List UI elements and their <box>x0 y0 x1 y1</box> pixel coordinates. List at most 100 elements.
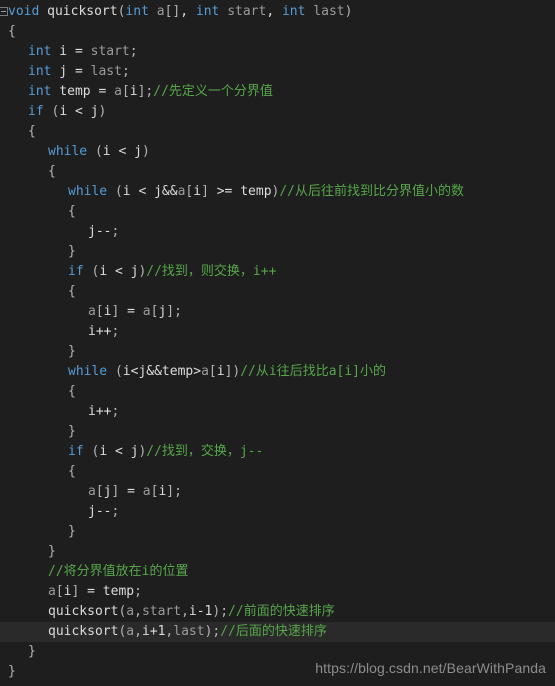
code-line[interactable]: i++; <box>0 322 555 342</box>
code-line[interactable]: a[i] = temp; <box>0 582 555 602</box>
code-token-id: start <box>227 4 267 19</box>
code-token-brc: ( <box>94 144 103 159</box>
code-token-brc: , <box>134 604 142 619</box>
code-token-kw: int <box>28 64 52 79</box>
code-token-cmt: //先定义一个分界值 <box>153 84 273 99</box>
code-token-brc: { <box>8 24 16 39</box>
code-token-pl: , <box>180 4 196 19</box>
code-token-cmt: //后面的快速排序 <box>220 624 327 639</box>
code-token-pl: quicksort <box>48 604 119 619</box>
code-line[interactable]: quicksort(a,start,i-1);//前面的快速排序 <box>0 602 555 622</box>
code-token-brc: { <box>68 464 76 479</box>
code-token-pl: i <box>193 184 202 199</box>
code-token-id: last <box>173 624 205 639</box>
code-token-pl: quicksort <box>47 4 118 19</box>
code-token-pl: i < j&& <box>122 184 178 199</box>
code-token-brc: { <box>68 384 76 399</box>
code-token-pl: i < j <box>102 144 142 159</box>
code-token-id: start <box>90 44 130 59</box>
code-line[interactable]: a[i] = a[j]; <box>0 302 555 322</box>
code-token-brc: ) <box>98 104 107 119</box>
code-token-id: start <box>141 604 182 619</box>
code-token-kw: int <box>28 84 52 99</box>
code-line[interactable]: int temp = a[i];//先定义一个分界值 <box>0 82 555 102</box>
code-token-id: a <box>201 364 209 379</box>
code-token-id: a <box>88 484 96 499</box>
code-lines-container[interactable]: void quicksort(int a[], int start, int l… <box>0 2 555 682</box>
code-token-kw: if <box>28 104 44 119</box>
code-line[interactable]: a[j] = a[i]; <box>0 482 555 502</box>
code-token-brc: { <box>68 204 76 219</box>
code-token-pl: i <box>129 84 138 99</box>
code-token-brc: ] <box>201 184 209 199</box>
code-line[interactable]: } <box>0 522 555 542</box>
code-token-pl: i < j <box>59 104 99 119</box>
code-token-brc: { <box>68 284 76 299</box>
code-fold-collapse-icon[interactable] <box>0 7 8 16</box>
code-token-pl: i < j <box>99 264 139 279</box>
code-line[interactable]: } <box>0 422 555 442</box>
code-token-brc: ; <box>111 404 120 419</box>
code-line[interactable]: int j = last; <box>0 62 555 82</box>
code-token-brc: [ <box>95 484 104 499</box>
code-token-id: last <box>313 4 345 19</box>
code-token-pl: = temp <box>79 584 135 599</box>
code-line[interactable]: { <box>0 202 555 222</box>
code-token-cmt: //前面的快速排序 <box>228 604 335 619</box>
code-line[interactable]: { <box>0 462 555 482</box>
code-token-brc: ]; <box>137 84 154 99</box>
code-token-pl: j = <box>51 64 91 79</box>
code-line[interactable]: while (i<j&&temp>a[i])//从i往后找比a[i]小的 <box>0 362 555 382</box>
code-line[interactable]: } <box>0 542 555 562</box>
code-editor-viewport[interactable]: void quicksort(int a[], int start, int l… <box>0 0 555 686</box>
code-token-pl: i++ <box>88 324 112 339</box>
code-token-id: a <box>126 624 135 639</box>
code-line[interactable]: while (i < j&&a[i] >= temp)//从后往前找到比分界值小… <box>0 182 555 202</box>
code-line[interactable]: { <box>0 382 555 402</box>
code-line[interactable]: j--; <box>0 502 555 522</box>
code-token-cmt: //将分界值放在i的位置 <box>48 564 189 579</box>
code-line[interactable]: i++; <box>0 402 555 422</box>
code-token-pl: i-1 <box>188 604 213 619</box>
code-token-brc: [ <box>121 84 130 99</box>
code-line[interactable]: if (i < j)//找到，则交换，i++ <box>0 262 555 282</box>
code-token-brc: } <box>48 544 56 559</box>
code-line[interactable]: quicksort(a,i+1,last);//后面的快速排序 <box>0 622 555 642</box>
code-token-kw: int <box>281 4 306 19</box>
code-line[interactable]: { <box>0 162 555 182</box>
code-token-pl: = <box>119 304 143 319</box>
code-line[interactable]: if (i < j)//找到，交换，j-- <box>0 442 555 462</box>
code-token-id: a <box>88 304 96 319</box>
code-token-brc: ]; <box>166 304 182 319</box>
code-token-cmt: //从i往后找比a[i]小的 <box>240 364 387 379</box>
code-token-cmt: //从后往前找到比分界值小的数 <box>279 184 465 199</box>
code-line[interactable]: { <box>0 122 555 142</box>
code-line[interactable]: j--; <box>0 222 555 242</box>
code-token-brc: [] <box>164 4 181 19</box>
code-line[interactable]: while (i < j) <box>0 142 555 162</box>
code-line[interactable]: { <box>0 282 555 302</box>
code-line[interactable]: } <box>0 342 555 362</box>
code-line[interactable]: int i = start; <box>0 42 555 62</box>
code-line[interactable]: if (i < j) <box>0 102 555 122</box>
code-token-brc: ; <box>111 504 120 519</box>
code-line[interactable]: void quicksort(int a[], int start, int l… <box>0 2 555 22</box>
code-token-brc: ]) <box>224 364 241 379</box>
code-line[interactable]: { <box>0 22 555 42</box>
code-token-kw: if <box>68 444 84 459</box>
code-token-pl: i <box>216 364 225 379</box>
code-token-kw: int <box>28 44 52 59</box>
code-token-brc: } <box>68 524 76 539</box>
code-token-pl: quicksort <box>48 624 119 639</box>
code-token-kw: while <box>48 144 88 159</box>
code-line[interactable]: } <box>0 242 555 262</box>
code-line[interactable]: //将分界值放在i的位置 <box>0 562 555 582</box>
code-token-brc: ; <box>121 64 130 79</box>
code-token-pl: i+1 <box>141 624 166 639</box>
code-token-brc: , <box>181 604 189 619</box>
code-token-pl: i = <box>51 44 91 59</box>
code-token-brc: ; <box>129 44 138 59</box>
